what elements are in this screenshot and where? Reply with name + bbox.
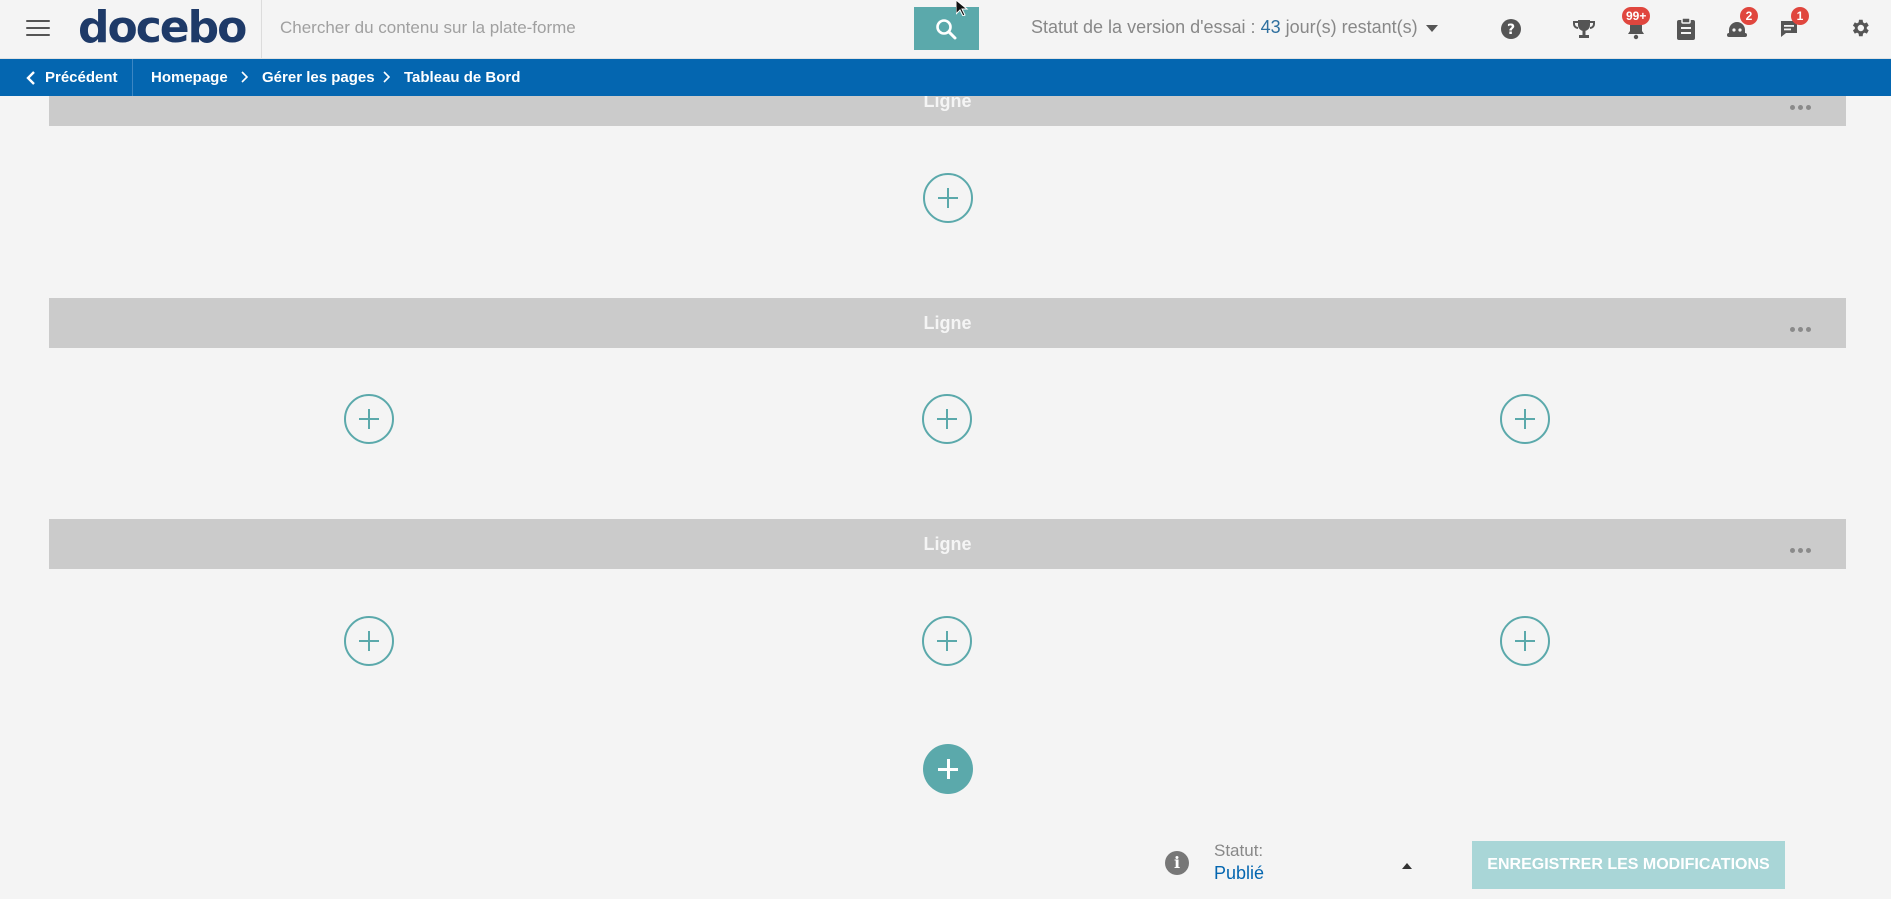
info-icon[interactable]: i xyxy=(1165,851,1189,875)
chevron-right-icon xyxy=(241,71,248,83)
trial-suffix: jour(s) restant(s) xyxy=(1280,17,1418,37)
messages-badge: 1 xyxy=(1791,7,1809,25)
add-widget-button[interactable] xyxy=(344,394,394,444)
menu-icon[interactable] xyxy=(26,20,50,38)
add-widget-button[interactable] xyxy=(922,616,972,666)
svg-text:?: ? xyxy=(1507,22,1515,38)
add-widget-button[interactable] xyxy=(344,616,394,666)
row-label: Ligne xyxy=(923,313,972,333)
back-button[interactable]: Précédent xyxy=(0,59,133,96)
add-widget-button[interactable] xyxy=(1500,616,1550,666)
trial-prefix: Statut de la version d'essai : xyxy=(1031,17,1261,37)
chevron-right-icon xyxy=(383,71,390,83)
status-label: Statut: xyxy=(1214,841,1264,860)
status-select[interactable]: Publié xyxy=(1214,863,1264,884)
search-icon xyxy=(936,19,957,40)
more-options-icon[interactable] xyxy=(1790,319,1814,337)
clipboard-icon[interactable] xyxy=(1676,17,1696,46)
trial-dropdown-icon[interactable] xyxy=(1426,25,1438,32)
trophy-icon[interactable] xyxy=(1572,17,1596,46)
save-changes-button[interactable]: ENREGISTRER LES MODIFICATIONS xyxy=(1472,841,1785,889)
chevron-left-icon xyxy=(26,71,35,85)
search-input[interactable] xyxy=(268,8,908,48)
help-icon[interactable]: ? xyxy=(1500,18,1522,45)
breadcrumb-homepage[interactable]: Homepage xyxy=(151,69,228,86)
assistant-badge: 2 xyxy=(1740,7,1758,25)
mouse-cursor-icon xyxy=(956,0,969,16)
row-header: Ligne xyxy=(49,519,1846,569)
trial-status[interactable]: Statut de la version d'essai : 43 jour(s… xyxy=(1031,17,1418,38)
trial-days: 43 xyxy=(1260,17,1281,37)
settings-icon[interactable] xyxy=(1849,17,1871,44)
add-widget-button[interactable] xyxy=(1500,394,1550,444)
more-options-icon[interactable] xyxy=(1790,97,1814,115)
registered-mark xyxy=(221,22,228,29)
breadcrumb-manage-pages[interactable]: Gérer les pages xyxy=(262,69,375,86)
row-label: Ligne xyxy=(923,534,972,554)
top-bar: docebo Statut de la version d'essai : 43… xyxy=(0,0,1891,59)
logo[interactable]: docebo xyxy=(76,0,262,58)
breadcrumb: Précédent Homepage Gérer les pages Table… xyxy=(0,59,1891,96)
add-widget-button[interactable] xyxy=(923,173,973,223)
back-label: Précédent xyxy=(45,69,118,86)
logo-text: docebo xyxy=(78,2,247,53)
caret-up-icon[interactable] xyxy=(1402,863,1412,869)
more-options-icon[interactable] xyxy=(1790,540,1814,558)
add-row-button[interactable] xyxy=(923,744,973,794)
add-widget-button[interactable] xyxy=(922,394,972,444)
row-header: Ligne xyxy=(49,298,1846,348)
notifications-badge: 99+ xyxy=(1622,7,1651,25)
breadcrumb-dashboard: Tableau de Bord xyxy=(404,69,521,86)
